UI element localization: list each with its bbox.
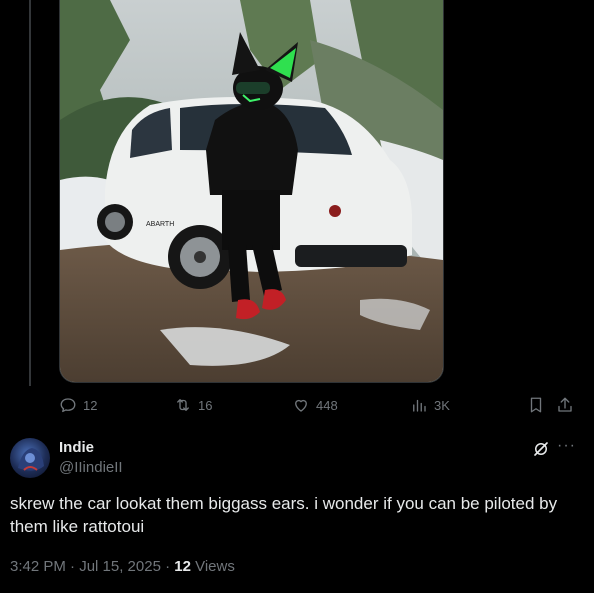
like-count: 448 [316,397,338,413]
views-button[interactable]: 3K [410,396,450,414]
views-count: 3K [434,397,450,413]
more-options-button[interactable]: ··· [557,437,576,455]
thread-line [29,0,31,386]
bookmark-icon [530,397,542,413]
avatar-image [18,448,44,471]
like-button[interactable]: 448 [292,396,338,414]
repost-button[interactable]: 16 [174,396,212,414]
car-badge: ABARTH [146,221,174,228]
grok-icon[interactable] [532,440,550,458]
share-button[interactable] [556,396,574,414]
reply-count: 12 [83,397,98,413]
reply-author-handle[interactable]: @IIindieII [59,459,123,476]
reply-view-count: 12 [174,558,191,575]
reply-views-label: Views [190,558,235,575]
reply-author-name[interactable]: Indie [59,439,94,456]
post-actions: 12 16 448 3K [59,396,579,416]
reply-timestamp[interactable]: 3:42 PM · Jul 15, 2025 · [10,558,174,575]
reply-meta: 3:42 PM · Jul 15, 2025 · 12 Views [10,558,235,575]
share-icon [558,397,572,412]
comment-icon [60,398,76,413]
bookmark-button[interactable] [527,396,545,414]
heart-icon [295,399,307,412]
repost-icon [177,399,189,411]
reply-text: skrew the car lookat them biggass ears. … [10,494,558,536]
reply-button[interactable]: 12 [59,396,97,414]
avatar[interactable] [10,438,50,478]
car-photo: ABARTH [60,0,443,382]
bar-chart-icon [413,399,426,412]
post-image[interactable]: ABARTH [59,0,444,383]
repost-count: 16 [198,397,213,413]
